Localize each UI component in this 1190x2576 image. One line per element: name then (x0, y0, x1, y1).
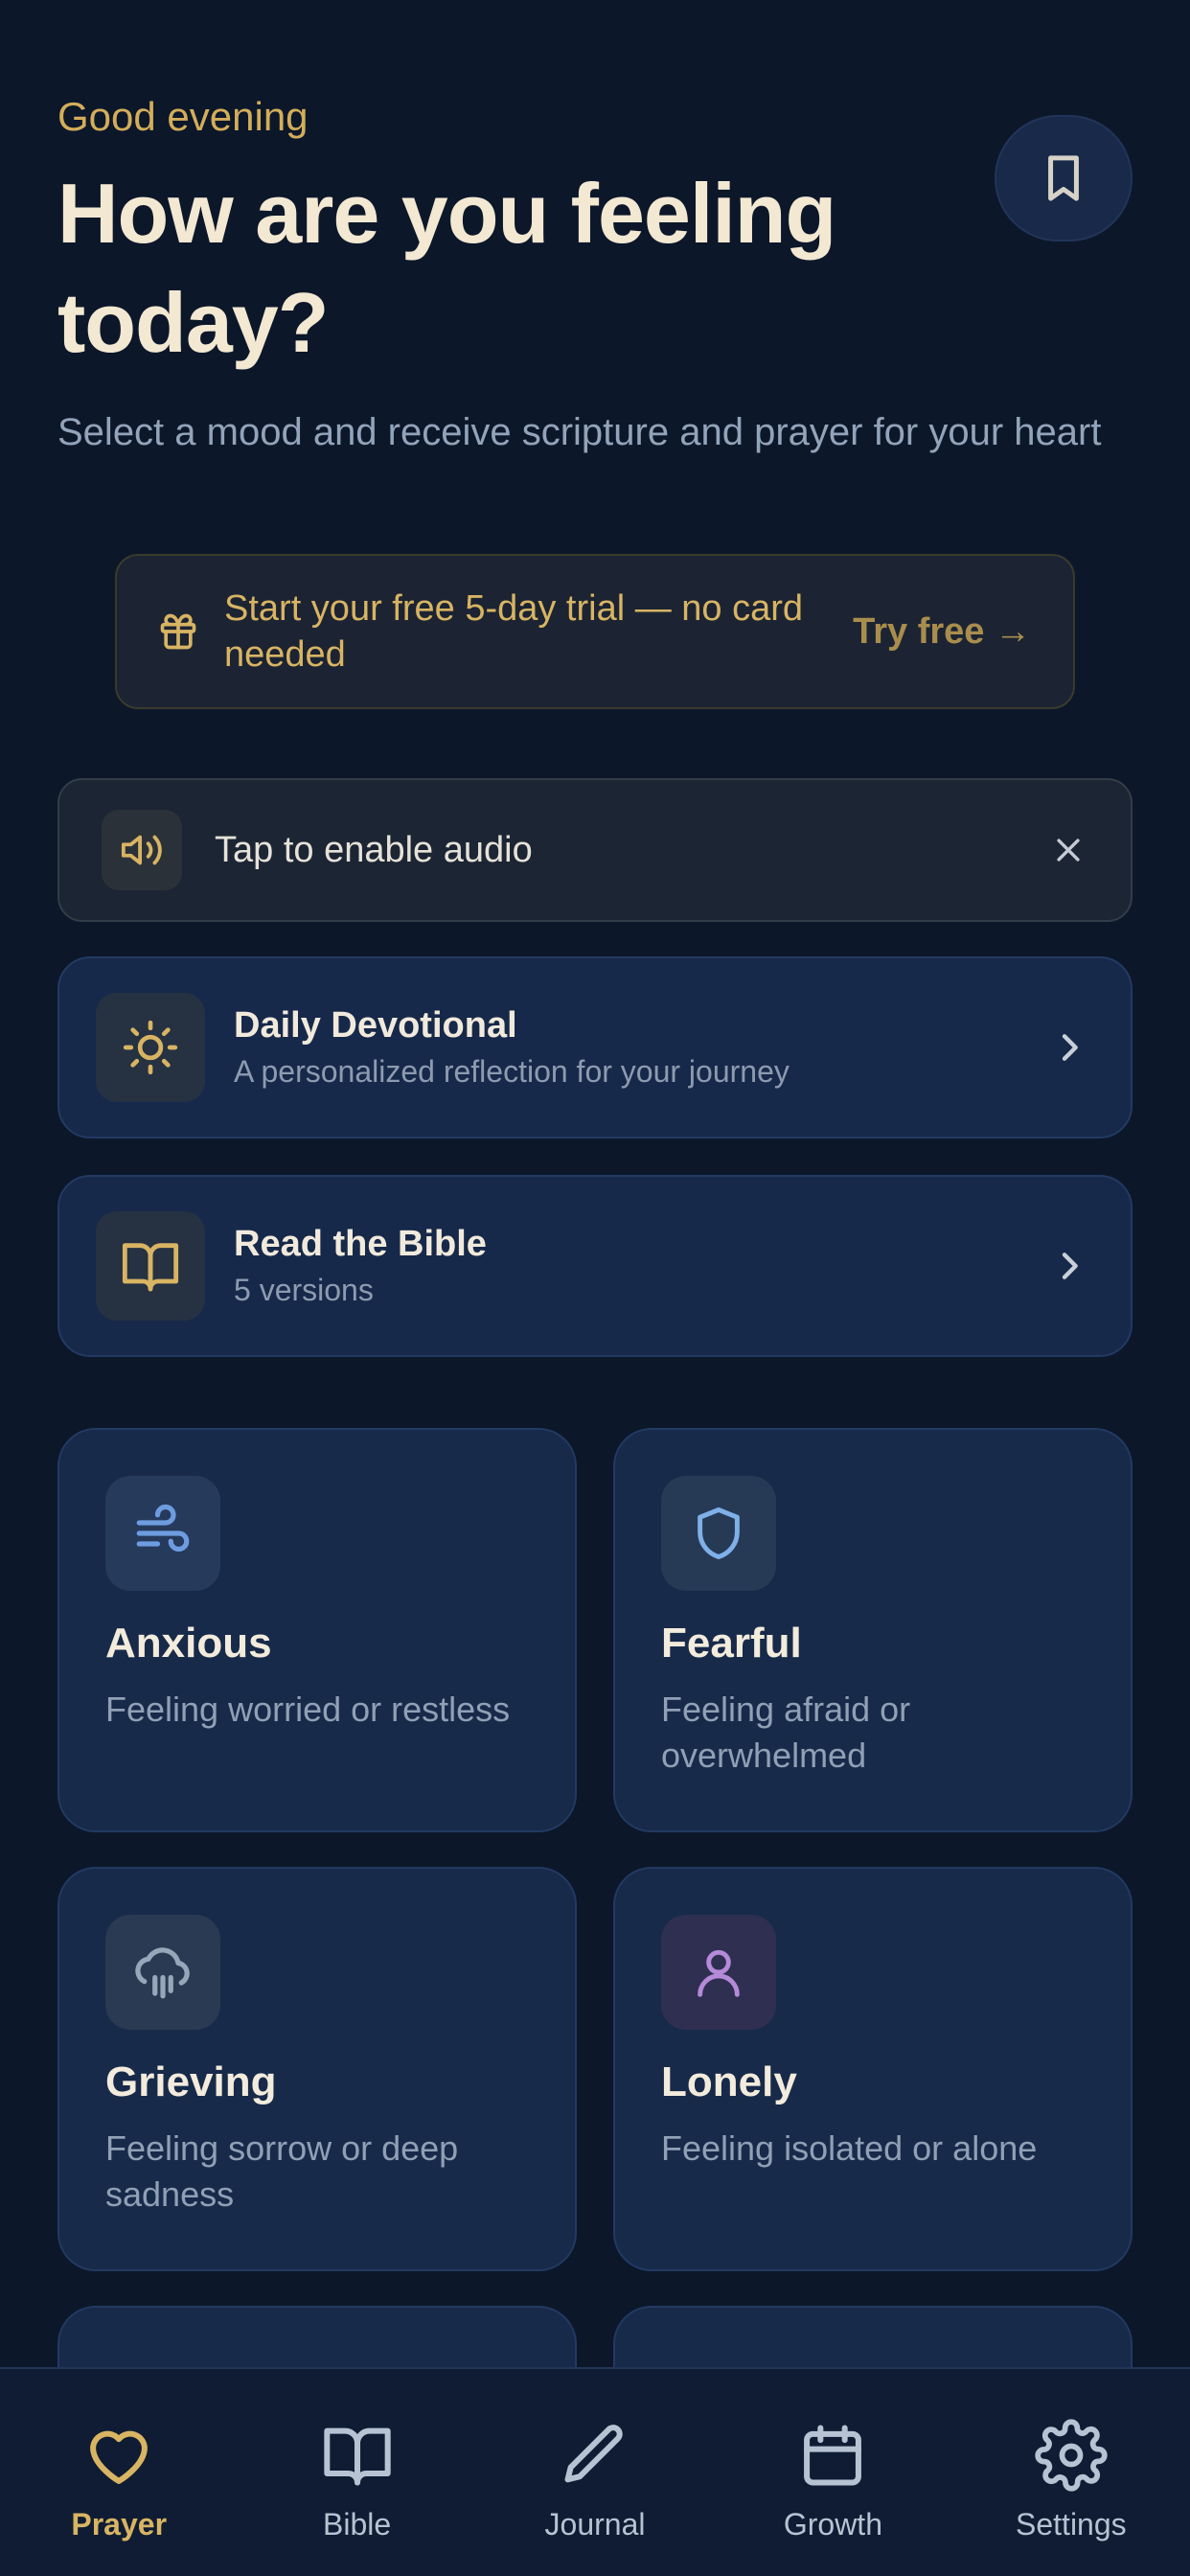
audio-icon-box (102, 810, 182, 890)
bible-subtitle: 5 versions (234, 1273, 374, 1307)
read-bible-card[interactable]: Read the Bible 5 versions (57, 1175, 1133, 1357)
chevron-right-icon (1062, 1253, 1078, 1279)
mood-card-anxious[interactable]: Anxious Feeling worried or restless (57, 1428, 577, 1832)
close-icon (1057, 839, 1080, 862)
lonely-icon-box (661, 1915, 776, 2030)
heart-icon (90, 2430, 149, 2484)
sun-icon (123, 1020, 178, 1075)
bookmark-button[interactable] (995, 115, 1133, 242)
calendar-icon (804, 2425, 862, 2486)
mood-title: Grieving (105, 2058, 277, 2105)
grieving-icon-box (105, 1915, 220, 2030)
tab-label: Bible (323, 2507, 392, 2542)
mood-title: Lonely (661, 2058, 797, 2105)
trial-banner[interactable]: Start your free 5-day trial — no card ne… (115, 554, 1075, 709)
tab-growth[interactable]: Growth (714, 2369, 951, 2576)
devotional-title: Daily Devotional (234, 1005, 517, 1046)
tab-bible[interactable]: Bible (238, 2369, 475, 2576)
pencil-icon (564, 2425, 623, 2483)
daily-devotional-card[interactable]: Daily Devotional A personalized reflecti… (57, 956, 1133, 1138)
mood-card-lonely[interactable]: Lonely Feeling isolated or alone (613, 1867, 1133, 2271)
tab-prayer[interactable]: Prayer (0, 2369, 238, 2576)
close-button[interactable] (1044, 826, 1092, 874)
audio-banner[interactable]: Tap to enable audio (57, 778, 1133, 922)
tab-label: Prayer (71, 2507, 168, 2542)
fearful-icon-box (661, 1476, 776, 1591)
tab-settings[interactable]: Settings (952, 2369, 1190, 2576)
shield-icon (698, 1507, 740, 1559)
bible-title: Read the Bible (234, 1224, 487, 1264)
user-icon (698, 1949, 740, 1997)
mood-description: Feeling sorrow or deep sadness (105, 2128, 459, 2214)
anxious-icon-box (105, 1476, 220, 1591)
bible-icon-box (96, 1211, 205, 1321)
page-subtitle: Select a mood and receive scripture and … (57, 411, 1102, 453)
try-free-link[interactable]: Try free → (853, 611, 1031, 653)
audio-label: Tap to enable audio (215, 829, 533, 870)
book-open-icon (323, 2427, 391, 2486)
cloud-rain-icon (135, 1947, 190, 1999)
tab-label: Journal (544, 2507, 646, 2542)
gear-icon (1035, 2419, 1108, 2492)
devotional-subtitle: A personalized reflection for your journ… (234, 1054, 790, 1089)
mood-card-grieving[interactable]: Grieving Feeling sorrow or deep sadness (57, 1867, 577, 2271)
mood-title: Anxious (105, 1620, 272, 1667)
mood-description: Feeling afraid or overwhelmed (661, 1690, 911, 1775)
tab-label: Settings (1016, 2507, 1127, 2542)
greeting: Good evening (57, 94, 309, 139)
tab-journal[interactable]: Journal (476, 2369, 714, 2576)
wind-icon (136, 1504, 190, 1552)
mood-title: Fearful (661, 1620, 802, 1667)
chevron-right-icon (1062, 1034, 1078, 1061)
trial-text: Start your free 5-day trial — no card ne… (224, 588, 804, 675)
mood-description: Feeling isolated or alone (661, 2128, 1038, 2168)
book-open-icon (122, 1243, 179, 1292)
devotional-icon-box (96, 993, 205, 1102)
app-screen: Good evening How are you feeling today? … (0, 0, 1190, 2576)
tab-label: Growth (783, 2507, 882, 2542)
tab-bar: Prayer Bible Journal Growth Settings (0, 2367, 1190, 2576)
page-title: How are you feeling today? (57, 166, 836, 370)
mood-card-fearful[interactable]: Fearful Feeling afraid or overwhelmed (613, 1428, 1133, 1832)
gift-icon (160, 613, 196, 650)
bookmark-icon (1048, 155, 1079, 201)
mood-description: Feeling worried or restless (105, 1690, 511, 1729)
speaker-icon (121, 835, 162, 865)
